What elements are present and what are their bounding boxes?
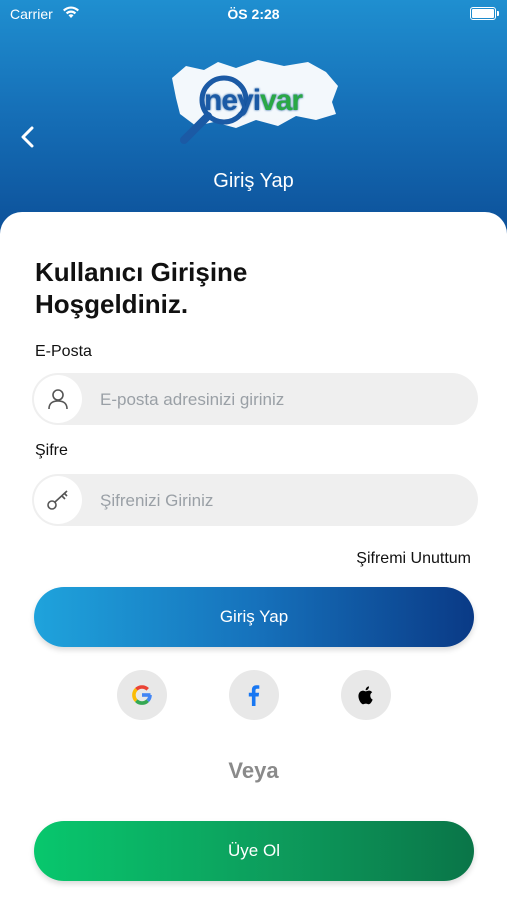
- status-bar: Carrier ÖS 2:28: [0, 0, 507, 28]
- logo-wordmark: neyivar: [204, 84, 303, 118]
- welcome-heading: Kullanıcı Girişine Hoşgeldiniz.: [35, 257, 248, 319]
- header: Carrier ÖS 2:28 neyivar Giriş Yap: [0, 0, 507, 240]
- key-icon: [47, 490, 68, 510]
- password-label: Şifre: [35, 442, 68, 459]
- email-field[interactable]: [32, 373, 478, 427]
- logo-text-ne: ne: [204, 84, 238, 117]
- google-icon: [132, 685, 152, 705]
- login-button[interactable]: Giriş Yap: [34, 587, 474, 647]
- google-login-button[interactable]: [117, 670, 167, 720]
- facebook-login-button[interactable]: [229, 670, 279, 720]
- facebook-icon: [248, 685, 260, 706]
- email-label: E-Posta: [35, 343, 92, 360]
- password-input[interactable]: [98, 474, 462, 528]
- user-icon: [48, 389, 68, 410]
- header-title: Giriş Yap: [213, 170, 294, 192]
- logo-text-var: var: [260, 84, 303, 117]
- battery-icon: [470, 7, 499, 20]
- or-divider-text: Veya: [228, 758, 279, 783]
- status-time: ÖS 2:28: [227, 6, 280, 22]
- logo-text-yi: yi: [237, 84, 261, 117]
- email-input[interactable]: [98, 373, 462, 427]
- apple-login-button[interactable]: [341, 670, 391, 720]
- register-button[interactable]: Üye Ol: [34, 821, 474, 881]
- forgot-password-link[interactable]: Şifremi Unuttum: [356, 550, 471, 568]
- email-icon-circle: [34, 375, 82, 423]
- app-logo: neyivar: [166, 56, 342, 148]
- password-field[interactable]: [32, 474, 478, 528]
- password-icon-circle: [34, 476, 82, 524]
- chevron-left-icon: [21, 126, 34, 148]
- apple-icon: [358, 686, 373, 705]
- back-button[interactable]: [14, 122, 44, 152]
